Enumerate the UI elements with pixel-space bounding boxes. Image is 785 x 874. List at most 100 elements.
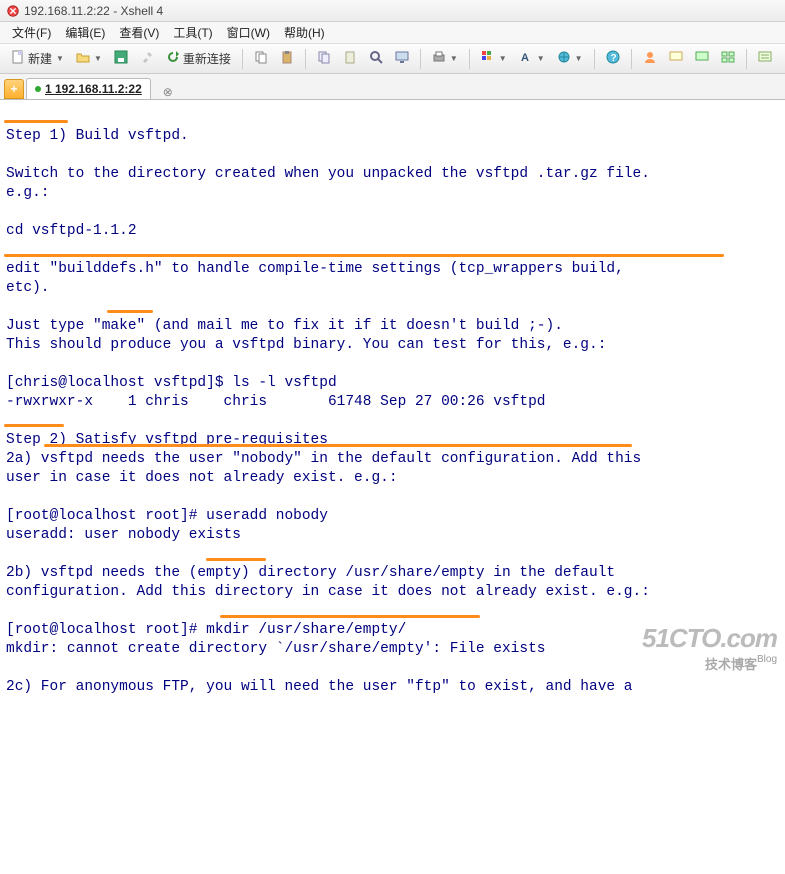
palette-icon [481, 50, 495, 67]
separator [746, 49, 747, 69]
annotation-underline [4, 424, 64, 427]
chevron-down-icon: ▼ [499, 54, 507, 63]
chevron-down-icon: ▼ [450, 54, 458, 63]
reconnect-button[interactable]: 重新连接 [161, 47, 236, 70]
separator [594, 49, 595, 69]
terminal-line: 2c) For anonymous FTP, you will need the… [6, 679, 633, 695]
paste-icon [343, 50, 357, 67]
annotation-underline [206, 558, 266, 561]
terminal-line: Just type "make" (and mail me to fix it … [6, 318, 563, 334]
terminal-line: Step 2) Satisfy vsftpd pre-requisites [6, 432, 328, 448]
palette-button[interactable]: ▼ [476, 47, 512, 70]
session-grid-icon [721, 50, 735, 67]
window-title: 192.168.11.2:22 - Xshell 4 [24, 4, 163, 18]
svg-text:?: ? [610, 53, 616, 64]
menu-file[interactable]: 文件(F) [6, 22, 57, 43]
tab-label: 1 192.168.11.2:22 [45, 82, 142, 96]
open-button[interactable]: ▼ [71, 47, 107, 70]
terminal-line: mkdir: cannot create directory `/usr/sha… [6, 641, 546, 657]
copy-button[interactable] [249, 47, 273, 70]
font-icon: A [519, 50, 533, 67]
copy-icon [317, 50, 331, 67]
paste2-button[interactable] [338, 47, 362, 70]
session2-button[interactable] [690, 47, 714, 70]
watermark-line2: 技术博客 [705, 657, 757, 672]
help-button[interactable]: ? [601, 47, 625, 70]
user-icon [643, 50, 657, 67]
terminal-line: -rwxrwxr-x 1 chris chris 61748 Sep 27 00… [6, 394, 546, 410]
title-bar: 192.168.11.2:22 - Xshell 4 [0, 0, 785, 22]
toolbar: 新建 ▼ ▼ 重新连接 ▼ ▼ A▼ ▼ ? [0, 44, 785, 74]
terminal-line: [root@localhost root]# useradd nobody [6, 508, 328, 524]
chevron-down-icon: ▼ [537, 54, 545, 63]
user-button[interactable] [638, 47, 662, 70]
annotation-underline [220, 615, 480, 618]
separator [420, 49, 421, 69]
paste-button[interactable] [275, 47, 299, 70]
copy-icon [254, 50, 268, 67]
screen-icon [395, 50, 409, 67]
terminal-line: Step 1) Build vsftpd. [6, 128, 189, 144]
terminal-line: etc). [6, 280, 50, 296]
globe-button[interactable]: ▼ [552, 47, 588, 70]
tab-session-1[interactable]: 1 192.168.11.2:22 [26, 78, 151, 99]
tools-button[interactable] [135, 47, 159, 70]
close-tab-button[interactable]: ⊗ [161, 85, 175, 99]
terminal-line: user in case it does not already exist. … [6, 470, 398, 486]
print-button[interactable]: ▼ [427, 47, 463, 70]
menu-window[interactable]: 窗口(W) [221, 22, 276, 43]
separator [305, 49, 306, 69]
terminal-line: e.g.: [6, 185, 50, 201]
save-button[interactable] [109, 47, 133, 70]
reconnect-icon [166, 50, 180, 67]
session-green-icon [695, 50, 709, 67]
app-icon [6, 4, 20, 18]
terminal-line: useradd: user nobody exists [6, 527, 241, 543]
menu-edit[interactable]: 编辑(E) [59, 22, 111, 43]
watermark-line3: Blog [757, 654, 777, 665]
reconnect-label: 重新连接 [183, 50, 231, 67]
add-tab-button[interactable]: + [4, 79, 24, 99]
terminal-output[interactable]: Step 1) Build vsftpd. Switch to the dire… [0, 100, 785, 874]
menu-view[interactable]: 查看(V) [113, 22, 165, 43]
chevron-down-icon: ▼ [94, 54, 102, 63]
plus-icon: + [10, 82, 17, 96]
separator [469, 49, 470, 69]
font-button[interactable]: A▼ [514, 47, 550, 70]
tab-bar: + 1 192.168.11.2:22 ⊗ [0, 74, 785, 100]
menu-bar: 文件(F) 编辑(E) 查看(V) 工具(T) 窗口(W) 帮助(H) [0, 22, 785, 44]
terminal-line: cd vsftpd-1.1.2 [6, 223, 137, 239]
screen-button[interactable] [390, 47, 414, 70]
search-button[interactable] [364, 47, 388, 70]
new-button[interactable]: 新建 ▼ [6, 47, 69, 70]
annotation-underline [107, 310, 153, 313]
print-icon [432, 50, 446, 67]
terminal-line: Switch to the directory created when you… [6, 166, 650, 182]
session1-button[interactable] [664, 47, 688, 70]
session3-button[interactable] [716, 47, 740, 70]
annotation-underline [4, 120, 68, 123]
terminal-line: [chris@localhost vsftpd]$ ls -l vsftpd [6, 375, 337, 391]
watermark: 51CTO.com 技术博客 Blog [642, 623, 777, 673]
annotation-underline [4, 254, 724, 257]
disk-icon [114, 50, 128, 67]
copy2-button[interactable] [312, 47, 336, 70]
search-icon [369, 50, 383, 67]
terminal-line: edit "builddefs.h" to handle compile-tim… [6, 261, 624, 277]
doc-new-icon [11, 50, 25, 67]
help-icon: ? [606, 50, 620, 67]
menu-tool[interactable]: 工具(T) [167, 22, 218, 43]
board-button[interactable] [753, 47, 777, 70]
close-icon: ⊗ [163, 85, 173, 99]
terminal-line: 2b) vsftpd needs the (empty) directory /… [6, 565, 615, 581]
folder-open-icon [76, 50, 90, 67]
separator [631, 49, 632, 69]
watermark-line1: 51CTO.com [642, 623, 777, 654]
menu-help[interactable]: 帮助(H) [278, 22, 331, 43]
separator [242, 49, 243, 69]
globe-icon [557, 50, 571, 67]
terminal-line: configuration. Add this directory in cas… [6, 584, 650, 600]
terminal-line: [root@localhost root]# mkdir /usr/share/… [6, 622, 406, 638]
terminal-line: 2a) vsftpd needs the user "nobody" in th… [6, 451, 641, 467]
session-icon [669, 50, 683, 67]
